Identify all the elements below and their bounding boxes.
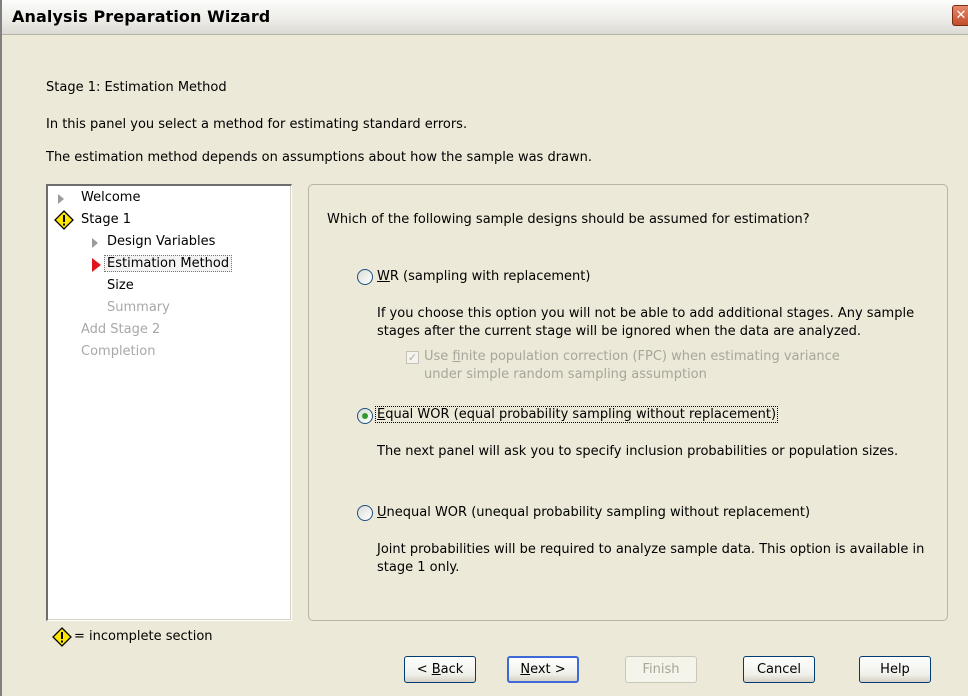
mnemonic: f bbox=[452, 349, 461, 364]
current-step-arrow-icon bbox=[92, 258, 101, 272]
button-label: ack bbox=[440, 662, 464, 677]
options-panel: Which of the following sample designs sh… bbox=[308, 184, 948, 621]
nav-item-label: Design Variables bbox=[107, 234, 216, 249]
next-button[interactable]: Next > bbox=[507, 656, 579, 683]
nav-item-label: Add Stage 2 bbox=[81, 322, 161, 337]
nav-item-size[interactable]: Size bbox=[107, 278, 134, 293]
window-title: Analysis Preparation Wizard bbox=[12, 7, 271, 26]
nav-item-label: Summary bbox=[107, 300, 170, 315]
fpc-label: Use finite population correction (FPC) w… bbox=[424, 349, 840, 364]
legend-text: = incomplete section bbox=[74, 629, 213, 644]
wr-description-2: stages after the current stage will be i… bbox=[377, 324, 862, 339]
wizard-nav-tree: Welcome Stage 1 Design Variables Estimat… bbox=[46, 184, 292, 621]
close-button[interactable]: ✕ bbox=[952, 5, 968, 26]
radio-selected-dot bbox=[362, 413, 368, 419]
nav-item-label: Estimation Method bbox=[104, 255, 233, 272]
mnemonic: B bbox=[431, 662, 441, 677]
radio-equal-wor[interactable] bbox=[357, 408, 373, 424]
nav-item-stage1[interactable]: Stage 1 bbox=[81, 212, 131, 227]
equal-wor-description: The next panel will ask you to specify i… bbox=[377, 444, 899, 459]
nav-item-label: Stage 1 bbox=[81, 212, 131, 227]
expander-icon bbox=[58, 194, 64, 204]
mnemonic: W bbox=[377, 269, 390, 284]
help-button[interactable]: Help bbox=[859, 656, 931, 683]
nav-item-summary: Summary bbox=[107, 300, 170, 315]
nav-item-completion: Completion bbox=[81, 344, 155, 359]
label-text: qual WOR (equal probability sampling wit… bbox=[385, 407, 777, 422]
label-text: nequal WOR (unequal probability sampling… bbox=[386, 505, 811, 520]
finish-button: Finish bbox=[625, 656, 697, 683]
wr-description-1: If you choose this option you will not b… bbox=[377, 306, 915, 321]
mnemonic: E bbox=[377, 407, 386, 422]
question-text: Which of the following sample designs sh… bbox=[327, 212, 810, 227]
radio-unequal-wor-label[interactable]: Unequal WOR (unequal probability samplin… bbox=[377, 505, 810, 520]
expander-icon bbox=[92, 238, 98, 248]
intro-text-2: The estimation method depends on assumpt… bbox=[46, 150, 593, 165]
nav-item-welcome[interactable]: Welcome bbox=[81, 190, 140, 205]
nav-item-design-variables[interactable]: Design Variables bbox=[107, 234, 215, 249]
nav-item-label: Completion bbox=[81, 344, 156, 359]
back-button[interactable]: < Back bbox=[404, 656, 476, 683]
nav-item-add-stage-2: Add Stage 2 bbox=[81, 322, 160, 337]
wizard-window: Analysis Preparation Wizard ✕ Stage 1: E… bbox=[0, 0, 968, 696]
nav-item-label: Welcome bbox=[81, 190, 141, 205]
unequal-wor-description-1: Joint probabilities will be required to … bbox=[377, 542, 925, 557]
radio-unequal-wor[interactable] bbox=[357, 505, 373, 521]
unequal-wor-description-2: stage 1 only. bbox=[377, 560, 460, 575]
stage-heading: Stage 1: Estimation Method bbox=[46, 80, 227, 95]
intro-text-1: In this panel you select a method for es… bbox=[46, 117, 468, 132]
button-label: ext > bbox=[530, 662, 566, 677]
nav-item-estimation-method[interactable]: Estimation Method bbox=[104, 255, 233, 272]
radio-equal-wor-label[interactable]: Equal WOR (equal probability sampling wi… bbox=[375, 406, 779, 423]
fpc-checkbox[interactable]: ✓ bbox=[406, 351, 419, 364]
incomplete-warning-icon bbox=[52, 627, 72, 647]
nav-item-label: Size bbox=[107, 278, 134, 293]
label-text: Use bbox=[424, 349, 453, 364]
cancel-button[interactable]: Cancel bbox=[743, 656, 815, 683]
label-text: R (sampling with replacement) bbox=[389, 269, 591, 284]
fpc-label-line2: under simple random sampling assumption bbox=[424, 367, 707, 382]
button-label: < bbox=[416, 662, 432, 677]
mnemonic: N bbox=[520, 662, 531, 677]
incomplete-warning-icon bbox=[54, 210, 74, 230]
radio-wr[interactable] bbox=[357, 269, 373, 285]
title-bar[interactable]: Analysis Preparation Wizard ✕ bbox=[2, 0, 968, 35]
mnemonic: U bbox=[377, 505, 387, 520]
radio-wr-label[interactable]: WR (sampling with replacement) bbox=[377, 269, 590, 284]
label-text: inite population correction (FPC) when e… bbox=[460, 349, 840, 364]
